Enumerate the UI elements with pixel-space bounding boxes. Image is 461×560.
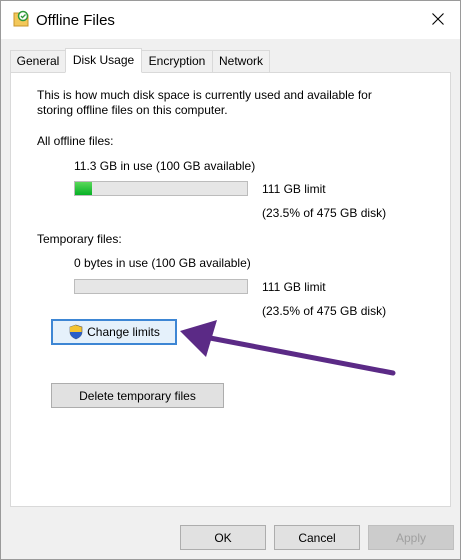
- tab-disk-usage[interactable]: Disk Usage: [65, 48, 142, 73]
- all-offline-percent: (23.5% of 475 GB disk): [262, 206, 387, 220]
- apply-button[interactable]: Apply: [368, 525, 454, 550]
- temporary-limit: 111 GB limit: [262, 280, 326, 294]
- ok-button[interactable]: OK: [180, 525, 266, 550]
- all-offline-progress-fill: [75, 182, 93, 195]
- window-title: Offline Files: [36, 12, 115, 29]
- temporary-percent: (23.5% of 475 GB disk): [262, 304, 387, 318]
- tab-encryption[interactable]: Encryption: [141, 50, 213, 72]
- offline-files-icon: [13, 10, 29, 28]
- temporary-heading: Temporary files:: [37, 232, 122, 246]
- change-limits-button[interactable]: Change limits: [51, 319, 177, 345]
- intro-text-line2: storing offline files on this computer.: [37, 103, 228, 117]
- offline-files-dialog: Offline Files General Disk Usage Encrypt…: [0, 0, 461, 560]
- all-offline-limit: 111 GB limit: [262, 182, 326, 196]
- change-limits-label: Change limits: [87, 325, 160, 339]
- delete-temporary-files-button[interactable]: Delete temporary files: [51, 383, 224, 408]
- tab-network[interactable]: Network: [212, 50, 270, 72]
- tab-general[interactable]: General: [10, 50, 66, 72]
- all-offline-usage: 11.3 GB in use (100 GB available): [74, 159, 256, 173]
- all-offline-heading: All offline files:: [37, 134, 114, 148]
- temporary-progress-bar: [74, 279, 248, 294]
- close-icon: [432, 12, 444, 28]
- uac-shield-icon: [68, 324, 84, 340]
- close-button[interactable]: [416, 1, 460, 39]
- temporary-usage: 0 bytes in use (100 GB available): [74, 256, 251, 270]
- all-offline-progress-bar: [74, 181, 248, 196]
- cancel-button[interactable]: Cancel: [274, 525, 360, 550]
- intro-text-line1: This is how much disk space is currently…: [37, 88, 372, 102]
- title-bar: Offline Files: [1, 1, 460, 39]
- disk-usage-panel: This is how much disk space is currently…: [10, 72, 451, 507]
